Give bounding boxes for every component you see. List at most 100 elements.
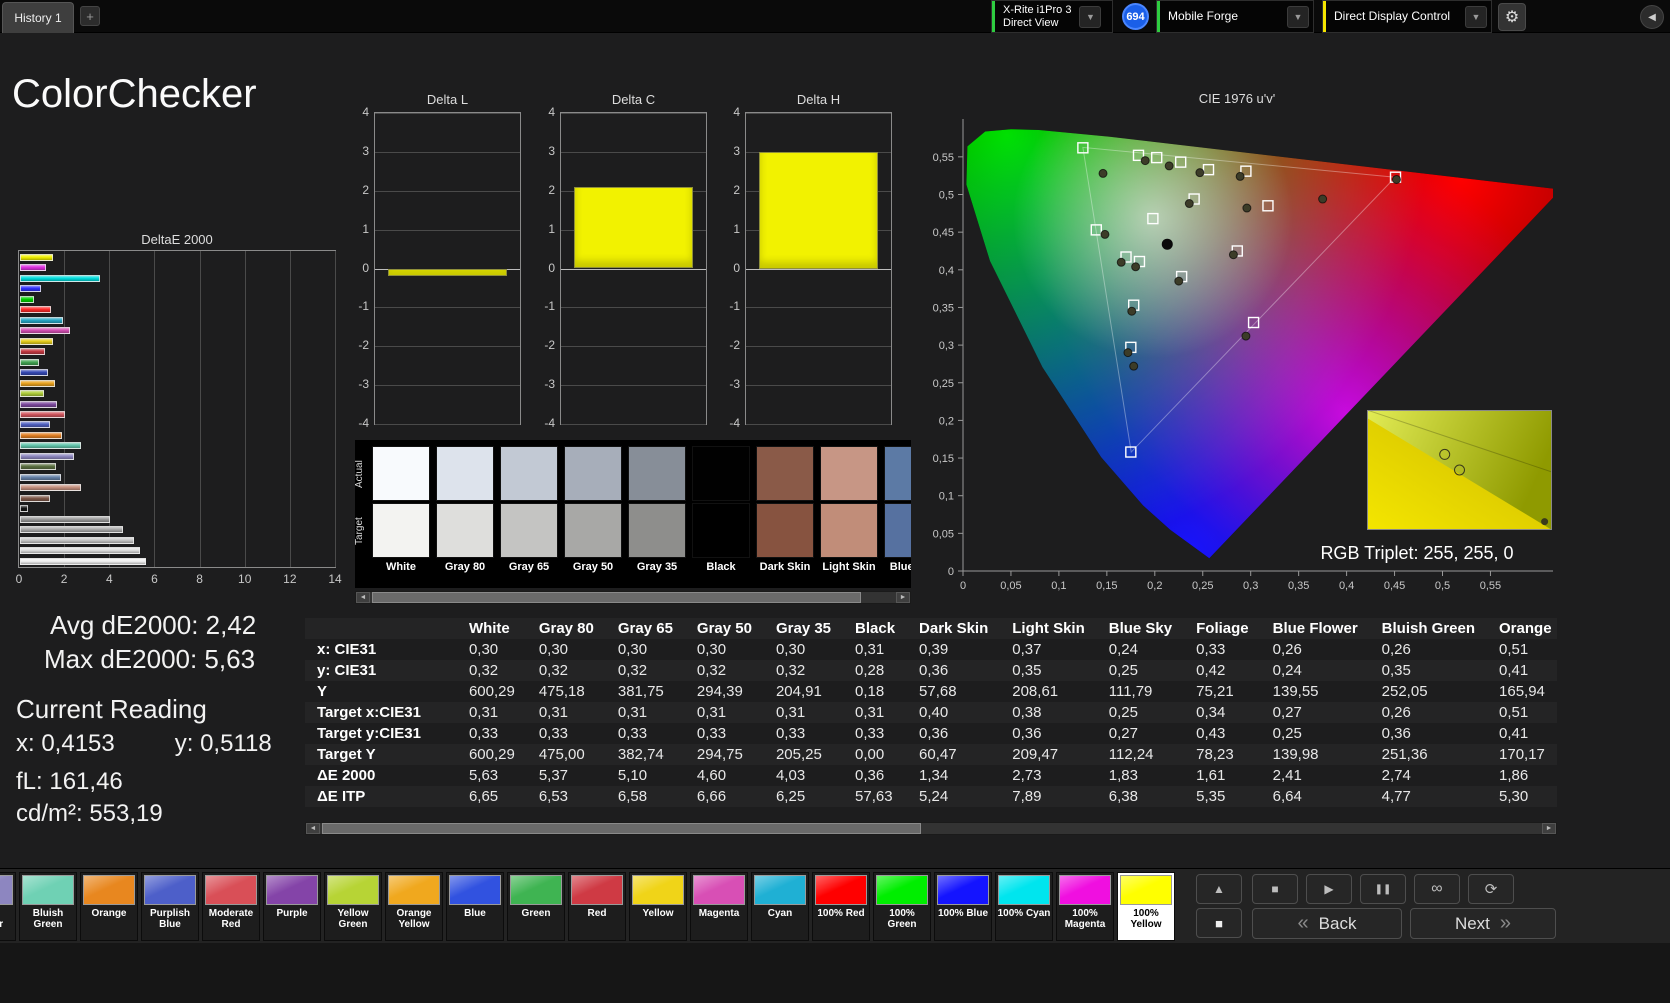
table-cell: 0,38 [1012,704,1042,721]
patch-button[interactable]: Red [568,872,626,941]
table-row: y: CIE31 0,32 0,32 0,32 0,32 0,32 0,28 0,36 0,35… [305,660,1557,681]
chevron-down-icon[interactable]: ▼ [1079,5,1102,28]
table-cell: 205,25 [775,746,822,763]
scroll-left-icon[interactable]: ◄ [356,592,370,603]
patch-button[interactable]: Purple [263,872,321,941]
cie-title: CIE 1976 u'v' [1199,91,1276,106]
patch-button[interactable]: Cyan [751,872,809,941]
patch-button[interactable]: 100% Green [873,872,931,941]
swatch-scrollbar[interactable]: ◄ ► [355,591,911,604]
axis-tick-label: -3 [358,377,369,392]
eject-icon[interactable]: ▲ [1196,874,1242,904]
table-cell: 1,86 [1499,767,1529,784]
cie-measured-marker [1098,168,1108,178]
table-column-header: Dark Skin [919,620,989,637]
display-control-selector[interactable]: Direct Display Control ▼ [1322,0,1492,33]
patch-button[interactable]: Magenta [690,872,748,941]
actual-swatch [628,446,686,501]
scroll-right-icon[interactable]: ► [1542,823,1556,834]
axis-tick-label: -4 [544,416,555,430]
deltae-bar [20,254,54,261]
cie-measured-marker [1184,199,1194,209]
scrollbar-track[interactable] [370,592,896,603]
scrollbar-thumb[interactable] [322,823,921,834]
table-row-label: ΔE 2000 [317,767,376,784]
table-column-header: Gray 65 [617,620,673,637]
play-icon[interactable]: ▶ [1306,874,1352,904]
stop-icon[interactable]: ■ [1252,874,1298,904]
meter-selector[interactable]: X-Rite i1Pro 3 Direct View ▼ [991,0,1113,33]
add-tab-button[interactable]: + [80,6,100,26]
svg-text:0,3: 0,3 [939,340,954,352]
patch-button[interactable]: Purplish Blue [141,872,199,941]
scrollbar-thumb[interactable] [372,592,862,603]
cie-measured-marker [1129,361,1139,371]
patch-color-swatch [1059,875,1111,905]
table-cell: 111,79 [1108,683,1153,700]
table-cell: 0,36 [1381,725,1411,742]
patch-button[interactable]: 100% Red [812,872,870,941]
current-reading-fl: fL: 161,46 [16,768,123,795]
cie-measured-marker [1241,331,1251,341]
deltae-bar [20,526,124,534]
svg-text:0,55: 0,55 [1480,580,1501,592]
table-cell: 5,10 [617,767,648,784]
table-cell: 0,36 [855,767,885,784]
gear-icon[interactable]: ⚙ [1498,3,1526,31]
deltae-bar [20,494,51,502]
swatch-label: Gray 50 [572,561,614,573]
patch-button[interactable]: Moderate Red [202,872,260,941]
table-cell: 0,32 [775,662,806,679]
patch-button[interactable]: Yellow [629,872,687,941]
loop-icon[interactable]: ⟳ [1468,874,1514,904]
table-row-label: Target Y [317,746,376,763]
scroll-right-icon[interactable]: ► [896,592,910,603]
table-cell: 139,55 [1272,683,1319,700]
back-button[interactable]: « Back [1252,908,1402,939]
patch-button[interactable]: 100% Blue [934,872,992,941]
table-row-label: y: CIE31 [317,662,377,679]
patch-button[interactable]: Blue [446,872,504,941]
table-cell: 0,51 [1499,704,1529,721]
patch-button[interactable]: Yellow Green [324,872,382,941]
next-button[interactable]: Next » [1410,908,1556,939]
table-cell: 170,17 [1499,746,1545,763]
patch-button[interactable]: 100% Magenta [1056,872,1114,941]
axis-tick-label: -4 [358,416,369,430]
patch-label: Orange Yellow [396,908,432,930]
patch-button[interactable]: Bluish Green [19,872,77,941]
scrollbar-track[interactable] [320,823,1542,834]
axis-tick-label: -2 [358,338,369,353]
table-column-header: Bluish Green [1381,620,1476,637]
toolbar-spacer [0,943,1670,1003]
scroll-left-icon[interactable]: ◄ [306,823,320,834]
pause-icon[interactable]: ❚❚ [1360,874,1406,904]
table-row: Target Y 600,29 475,00 382,74 294,75 205,25 0,… [305,744,1557,765]
svg-text:0: 0 [948,566,954,578]
deltae-bar [20,358,40,366]
source-selector[interactable]: Mobile Forge ▼ [1156,0,1314,33]
axis-tick-label: 4 [733,105,740,119]
patch-button[interactable]: 100% Cyan [995,872,1053,941]
patch-button[interactable]: Orange Yellow [385,872,443,941]
table-cell: 0,31 [696,704,727,721]
patch-button[interactable]: Green [507,872,565,941]
patch-button[interactable]: Orange [80,872,138,941]
chevron-down-icon[interactable]: ▼ [1465,5,1487,28]
deltaH-bar [759,151,878,269]
table-scrollbar[interactable]: ◄ ► [305,822,1557,835]
patch-button[interactable]: 100% Yellow [1117,872,1175,941]
gridline [561,151,706,153]
window-icon[interactable]: ■ [1196,908,1242,938]
collapse-panel-icon[interactable]: ◀ [1640,5,1664,29]
infinity-icon[interactable]: ∞ [1414,874,1460,904]
patch-label: 100% Blue [937,908,989,919]
swatch-label: Black [706,561,736,573]
history-tab[interactable]: History 1 [2,2,74,33]
target-swatch [372,503,430,558]
table-cell: 204,91 [775,683,822,700]
table-cell: 0,33 [617,725,648,742]
chevron-down-icon[interactable]: ▼ [1287,5,1309,28]
patch-button[interactable]: Blue Flower [0,872,16,941]
deltae-x-axis: 0 2 4 6 8 10 12 14 [16,572,342,588]
